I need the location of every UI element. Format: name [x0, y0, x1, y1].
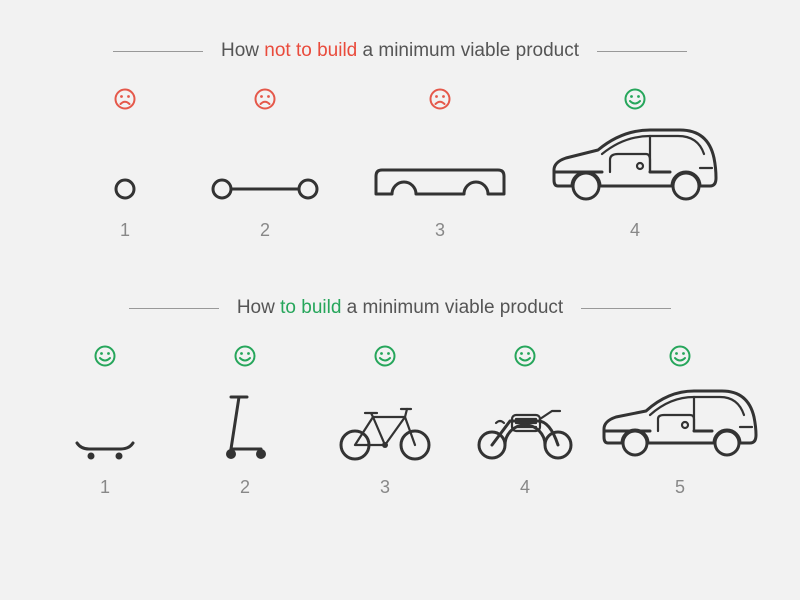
sad-face-icon [429, 88, 451, 110]
section-title: How not to build a minimum viable produc… [221, 40, 579, 62]
step-3: 3 [315, 345, 455, 498]
step-number: 5 [675, 477, 685, 498]
motorcycle-icon [470, 381, 580, 461]
happy-face-icon [94, 345, 116, 367]
scooter-icon [217, 381, 273, 461]
happy-face-icon [624, 88, 646, 110]
step-number: 4 [520, 477, 530, 498]
steps-row: 1 2 [0, 345, 800, 498]
step-number: 1 [100, 477, 110, 498]
happy-face-icon [514, 345, 536, 367]
happy-face-icon [374, 345, 396, 367]
axle-icon [210, 124, 320, 204]
title-highlight: to build [280, 297, 341, 318]
step-2: 2 [185, 88, 345, 241]
title-row: How to build a minimum viable product [0, 241, 800, 345]
title-row: How not to build a minimum viable produc… [0, 0, 800, 88]
title-post: a minimum viable product [357, 40, 579, 61]
section-how-not-to: How not to build a minimum viable produc… [0, 0, 800, 241]
title-pre: How [237, 297, 280, 318]
step-3: 3 [345, 88, 535, 241]
skateboard-icon [73, 381, 137, 461]
rule-left [129, 308, 219, 309]
sad-face-icon [254, 88, 276, 110]
rule-right [581, 308, 671, 309]
wheel-icon [110, 124, 140, 204]
steps-row: 1 2 3 [0, 88, 800, 241]
rule-right [597, 51, 687, 52]
step-number: 2 [240, 477, 250, 498]
section-title: How to build a minimum viable product [237, 297, 563, 319]
bicycle-icon [335, 381, 435, 461]
sad-face-icon [114, 88, 136, 110]
step-number: 3 [380, 477, 390, 498]
title-pre: How [221, 40, 264, 61]
section-how-to: How to build a minimum viable product 1 [0, 241, 800, 498]
rule-left [113, 51, 203, 52]
chassis-icon [370, 124, 510, 204]
car-icon [600, 381, 760, 461]
step-number: 4 [630, 220, 640, 241]
step-2: 2 [175, 345, 315, 498]
car-icon [550, 124, 720, 204]
step-5: 5 [595, 345, 765, 498]
step-4: 4 [535, 88, 735, 241]
step-1: 1 [35, 345, 175, 498]
happy-face-icon [234, 345, 256, 367]
step-number: 1 [120, 220, 130, 241]
title-post: a minimum viable product [341, 297, 563, 318]
title-highlight: not to build [264, 40, 357, 61]
happy-face-icon [669, 345, 691, 367]
step-1: 1 [65, 88, 185, 241]
step-number: 3 [435, 220, 445, 241]
step-number: 2 [260, 220, 270, 241]
step-4: 4 [455, 345, 595, 498]
